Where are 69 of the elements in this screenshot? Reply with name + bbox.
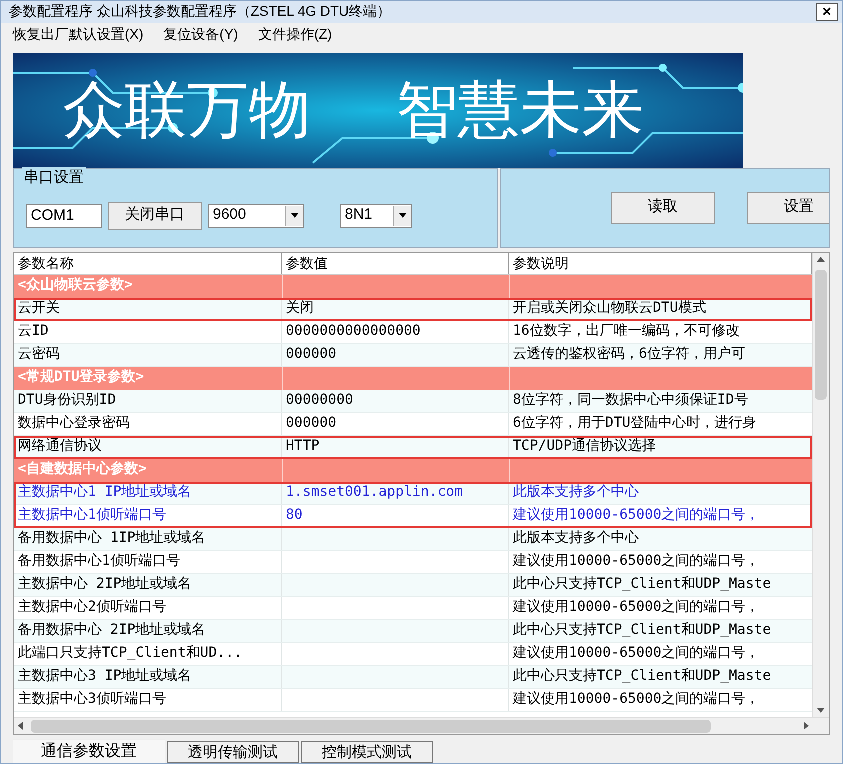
table-cell: 主数据中心3侦听端口号: [18, 691, 166, 708]
action-button[interactable]: 读取: [611, 192, 715, 224]
dropdown[interactable]: 9600: [208, 204, 304, 228]
table-cell: 8位字符，同一数据中心中须保证ID号: [513, 392, 748, 408]
scroll-down-icon[interactable]: [817, 708, 825, 714]
table-cell: TCP/UDP通信协议选择: [513, 438, 656, 454]
table-cell: 00000000: [286, 392, 354, 408]
menu-item[interactable]: 复位设备(Y): [164, 24, 238, 46]
table-cell: HTTP: [286, 438, 320, 454]
table-cell: 云透传的鉴权密码，6位字符，用户可: [513, 346, 746, 362]
menu-item[interactable]: 恢复出厂默认设置(X): [13, 24, 144, 46]
table-cell: 云开关: [18, 300, 60, 316]
scroll-left-icon[interactable]: [18, 722, 23, 730]
group-header: <常规DTU登录参数>: [17, 368, 146, 388]
action-button[interactable]: 设置: [747, 192, 829, 224]
table-cell: 备用数据中心 2IP地址或域名: [18, 622, 206, 638]
table-cell: 建议使用10000-65000之间的端口号，: [513, 599, 760, 616]
table-cell: 建议使用10000-65000之间的端口号，: [513, 553, 760, 570]
table-cell: 关闭: [286, 300, 314, 316]
table-cell: 此中心只支持TCP_Client和UDP_Maste: [513, 668, 772, 684]
tab[interactable]: 透明传输测试: [167, 741, 299, 764]
group-header: <众山物联云参数>: [17, 276, 134, 296]
table-cell: 0000000000000000: [286, 323, 421, 340]
table-cell: 云ID: [18, 323, 49, 340]
table-cell: 6位字符，用于DTU登陆中心时，进行身: [513, 415, 757, 432]
table-cell: 数据中心登录密码: [18, 415, 130, 432]
window-title: 参数配置程序 众山科技参数配置程序（ZSTEL 4G DTU终端）: [9, 2, 392, 22]
table-cell: 主数据中心3 IP地址或域名: [18, 668, 192, 684]
banner-slogan: 众联万物: [63, 79, 311, 142]
table-cell: 建议使用10000-65000之间的端口号，: [513, 691, 760, 708]
table-cell: 备用数据中心 1IP地址或域名: [18, 530, 206, 546]
close-button[interactable]: ✕: [816, 2, 838, 21]
table-cell: 主数据中心1 IP地址或域名: [18, 484, 192, 500]
table-cell: 建议使用10000-65000之间的端口号，: [513, 507, 760, 524]
table-cell: 1.smset001.applin.com: [286, 484, 464, 500]
banner-slogan: 智慧未来: [396, 79, 644, 142]
table-cell: 80: [286, 507, 303, 524]
group-header: <自建数据中心参数>: [17, 460, 148, 480]
vertical-scrollbar[interactable]: [812, 253, 829, 718]
table-cell: 000000: [286, 415, 337, 432]
scroll-thumb[interactable]: [815, 270, 827, 400]
scroll-thumb[interactable]: [31, 720, 711, 733]
table-cell: 备用数据中心1侦听端口号: [18, 553, 180, 570]
table-cell: 此中心只支持TCP_Client和UDP_Maste: [513, 622, 772, 638]
table-cell: 云密码: [18, 346, 60, 362]
table-cell: 主数据中心2侦听端口号: [18, 599, 166, 616]
menu-item[interactable]: 文件操作(Z): [258, 24, 332, 46]
table-cell: 主数据中心1侦听端口号: [18, 507, 166, 524]
table-cell: 此版本支持多个中心: [513, 530, 639, 546]
table-cell: 主数据中心 2IP地址或域名: [18, 576, 192, 592]
close-port-button[interactable]: 关闭串口: [108, 202, 202, 230]
table-cell: 开启或关闭众山物联云DTU模式: [513, 300, 706, 316]
scroll-right-icon[interactable]: [804, 722, 809, 730]
table-cell: DTU身份识别ID: [18, 392, 116, 408]
port-field[interactable]: COM1: [26, 204, 102, 228]
horizontal-scrollbar[interactable]: [14, 717, 829, 734]
table-cell: 16位数字，出厂唯一编码，不可修改: [513, 323, 740, 340]
table-cell: 网络通信协议: [18, 438, 102, 454]
table-cell: 000000: [286, 346, 337, 362]
dropdown[interactable]: 8N1: [340, 204, 412, 228]
scroll-up-icon[interactable]: [817, 257, 825, 262]
table-cell: 此版本支持多个中心: [513, 484, 639, 500]
column-header[interactable]: 参数值: [282, 253, 509, 274]
tab[interactable]: 控制模式测试: [301, 741, 433, 764]
table-cell: 此端口只支持TCP_Client和UD...: [18, 645, 242, 662]
table-cell: 建议使用10000-65000之间的端口号，: [513, 645, 760, 662]
table-cell: 此中心只支持TCP_Client和UDP_Maste: [513, 576, 772, 592]
column-header[interactable]: 参数名称: [14, 253, 282, 274]
tab[interactable]: 通信参数设置: [13, 739, 165, 764]
